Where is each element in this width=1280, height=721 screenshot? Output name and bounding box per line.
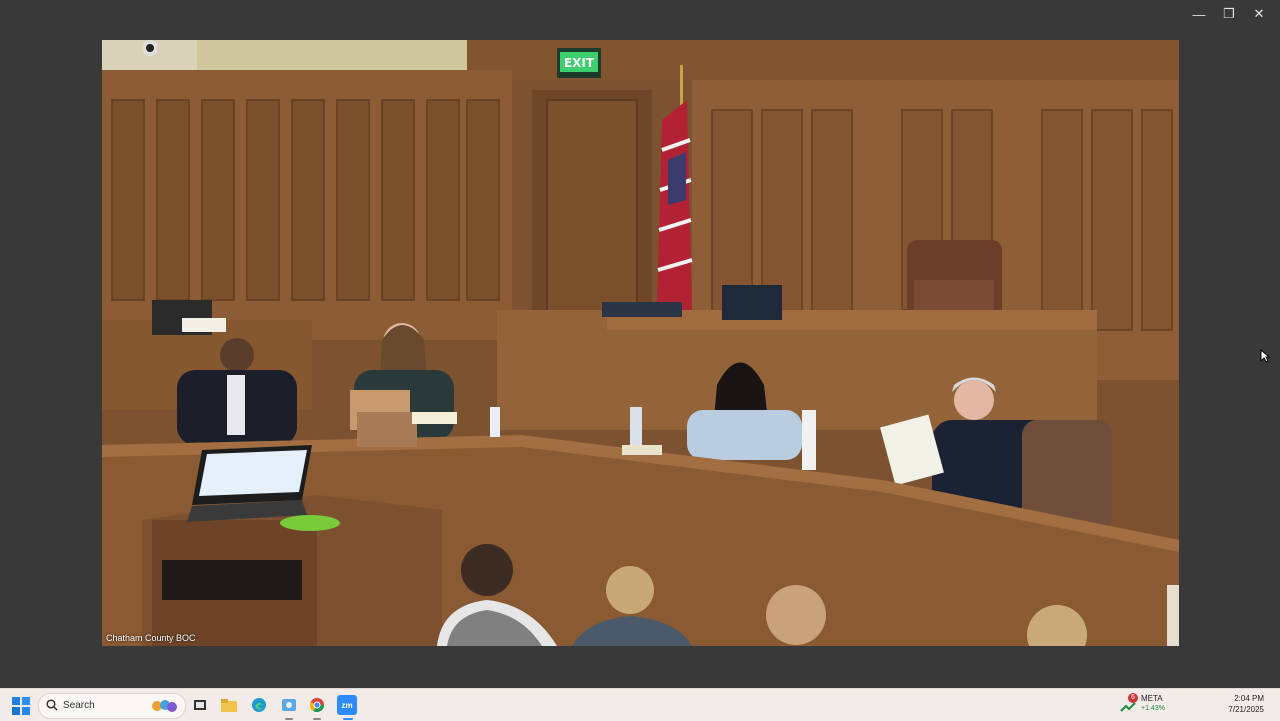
stock-widget[interactable]: 6 META +1.43% (1120, 693, 1180, 717)
windows-icon (12, 697, 30, 715)
search-icon (46, 699, 58, 711)
edge-icon[interactable] (249, 695, 269, 715)
close-button[interactable]: ✕ (1244, 4, 1274, 24)
photos-icon[interactable] (279, 695, 299, 715)
chrome-icon[interactable] (307, 695, 327, 715)
system-clock[interactable]: 2:04 PM 7/21/2025 (1228, 693, 1264, 715)
zoom-label: zm (341, 700, 353, 710)
clock-time: 2:04 PM (1234, 694, 1264, 703)
video-source-label: Chatham County BOC (106, 633, 196, 643)
start-button[interactable] (12, 697, 30, 720)
courtroom-scene: EXIT (102, 40, 1179, 646)
taskbar-search[interactable]: Search (38, 693, 186, 719)
minimize-button[interactable]: — (1184, 4, 1214, 24)
zoom-window: — ❐ ✕ EXIT Chatham County BOC (0, 0, 1280, 688)
window-controls: — ❐ ✕ (1184, 4, 1274, 24)
search-highlight-icon (152, 700, 177, 712)
search-label: Search (63, 700, 95, 711)
stock-ticker: META (1141, 694, 1163, 703)
exit-sign: EXIT (564, 56, 595, 70)
task-view-icon[interactable] (190, 695, 210, 715)
stock-change: +1.43% (1141, 705, 1165, 712)
clock-date: 7/21/2025 (1228, 705, 1264, 714)
mouse-cursor-icon (1260, 349, 1270, 363)
notification-badge: 6 (1128, 693, 1138, 703)
zoom-icon[interactable]: zm (337, 695, 357, 715)
video-feed[interactable]: EXIT Chatham County BOC (102, 40, 1179, 646)
file-explorer-icon[interactable] (219, 695, 239, 715)
taskbar: Search zm 6 META +1.43% 2:04 PM 7/21/202… (0, 688, 1280, 721)
restore-button[interactable]: ❐ (1214, 4, 1244, 24)
